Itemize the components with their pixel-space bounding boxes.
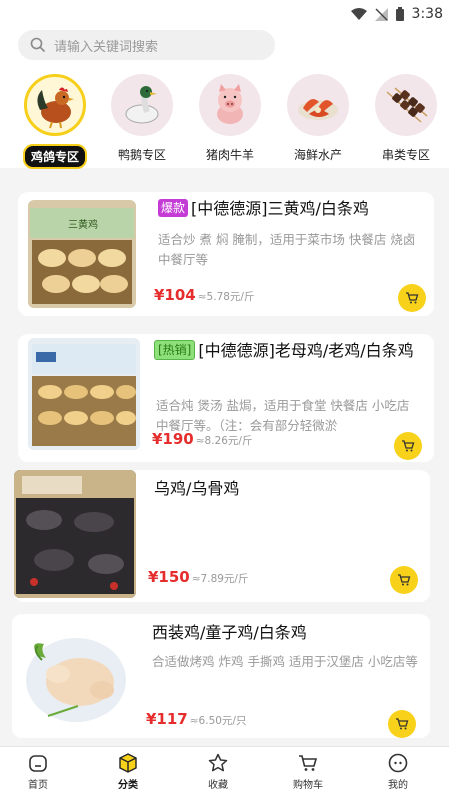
price-value: ¥117 <box>146 710 188 728</box>
category-label: 海鲜水产 <box>293 148 342 162</box>
product-title-text: [中德德源]老母鸡/老鸡/白条鸡 <box>198 341 414 360</box>
category-duck-goose[interactable]: 鸭鹅专区 <box>102 74 182 165</box>
category-label: 鸭鹅专区 <box>117 148 166 162</box>
product-price: ¥150 ≈7.89元/斤 <box>148 568 248 586</box>
category-pork-beef[interactable]: 猪肉牛羊 <box>190 74 270 165</box>
category-skewers[interactable]: 串类专区 <box>366 74 446 165</box>
product-image <box>28 338 140 450</box>
product-description: 合适做烤鸡 炸鸡 手撕鸡 适用于汉堡店 小吃店等 <box>152 654 418 669</box>
product-price: ¥104 ≈5.78元/斤 <box>154 286 254 304</box>
product-price: ¥190 ≈8.26元/斤 <box>152 430 252 448</box>
product-card[interactable]: 三黄鸡 爆款 [中德德源]三黄鸡/白条鸡 适合炒 煮 焖 腌制，适用于菜市场 快餐… <box>18 192 434 316</box>
category-label: 猪肉牛羊 <box>205 148 254 162</box>
product-image <box>14 470 136 598</box>
battery-icon <box>395 7 404 21</box>
nav-home[interactable]: 首页 <box>8 753 68 791</box>
category-box-icon <box>119 753 137 773</box>
search-icon <box>30 37 46 53</box>
header-area: 请输入关键词搜索 鸡鸽专区 鸭鹅专区 猪肉牛羊 海鲜水产 串类专区 <box>0 28 449 169</box>
product-card[interactable]: 西装鸡/童子鸡/白条鸡 合适做烤鸡 炸鸡 手撕鸡 适用于汉堡店 小吃店等 ¥11… <box>12 614 430 738</box>
search-placeholder: 请输入关键词搜索 <box>54 39 159 55</box>
search-input[interactable]: 请输入关键词搜索 <box>18 30 275 60</box>
star-icon <box>208 753 228 772</box>
price-value: ¥190 <box>152 430 194 448</box>
category-bar: 鸡鸽专区 鸭鹅专区 猪肉牛羊 海鲜水产 串类专区 <box>0 74 449 169</box>
product-image: 三黄鸡 <box>28 200 136 308</box>
nav-favorites[interactable]: 收藏 <box>188 753 248 791</box>
cart-icon <box>402 440 415 452</box>
unit-price: ≈5.78元/斤 <box>197 291 255 303</box>
add-to-cart-button[interactable] <box>388 710 416 738</box>
product-card[interactable]: 乌鸡/乌骨鸡 ¥150 ≈7.89元/斤 <box>14 470 430 602</box>
cart-icon <box>398 574 411 586</box>
pig-icon <box>199 74 261 136</box>
duck-icon <box>111 74 173 136</box>
price-value: ¥150 <box>148 568 190 586</box>
product-title: 乌鸡/乌骨鸡 <box>154 479 240 498</box>
category-seafood[interactable]: 海鲜水产 <box>278 74 358 165</box>
home-icon <box>29 755 47 772</box>
nav-label: 收藏 <box>208 780 228 791</box>
product-title: 西装鸡/童子鸡/白条鸡 <box>152 623 307 642</box>
hot-sale-tag: [热销] <box>154 340 196 360</box>
price-value: ¥104 <box>154 286 196 304</box>
nav-profile[interactable]: 我的 <box>368 753 428 791</box>
cart-icon <box>299 755 318 771</box>
status-time: 3:38 <box>411 6 443 22</box>
nav-label: 分类 <box>118 780 138 791</box>
profile-icon <box>388 753 408 773</box>
add-to-cart-button[interactable] <box>398 284 426 312</box>
unit-price: ≈8.26元/斤 <box>195 435 253 447</box>
hot-tag: 爆款 <box>158 199 189 217</box>
shrimp-icon <box>287 74 349 136</box>
add-to-cart-button[interactable] <box>390 566 418 594</box>
category-label: 鸡鸽专区 <box>22 144 87 169</box>
product-price: ¥117 ≈6.50元/只 <box>146 710 246 728</box>
add-to-cart-button[interactable] <box>394 432 422 460</box>
unit-price: ≈7.89元/斤 <box>191 573 249 585</box>
product-image <box>18 620 134 732</box>
skewer-icon <box>375 74 437 136</box>
product-title: 爆款 [中德德源]三黄鸡/白条鸡 <box>158 196 428 222</box>
rooster-icon <box>24 74 86 136</box>
product-title: [热销] [中德德源]老母鸡/老鸡/白条鸡 <box>154 338 426 364</box>
category-label: 串类专区 <box>381 148 430 162</box>
cart-icon <box>406 292 419 304</box>
product-title-text: [中德德源]三黄鸡/白条鸡 <box>191 199 369 218</box>
wifi-icon <box>350 8 367 20</box>
product-description: 适合炒 煮 焖 腌制，适用于菜市场 快餐店 烧卤 中餐厅等 <box>158 232 416 267</box>
nav-label: 首页 <box>28 780 48 791</box>
unit-price: ≈6.50元/只 <box>189 715 247 727</box>
status-bar: 3:38 <box>0 0 449 28</box>
nav-cart[interactable]: 购物车 <box>278 753 338 791</box>
bottom-nav: 首页 分类 收藏 购物车 我的 <box>0 746 449 800</box>
cart-icon <box>396 718 409 730</box>
nav-label: 我的 <box>388 780 408 791</box>
nav-category[interactable]: 分类 <box>98 753 158 791</box>
category-chicken[interactable]: 鸡鸽专区 <box>15 74 95 169</box>
svg-text:三黄鸡: 三黄鸡 <box>68 218 98 231</box>
product-card[interactable]: [热销] [中德德源]老母鸡/老鸡/白条鸡 适合炖 煲汤 盐焗，适用于食堂 快餐店… <box>18 334 434 462</box>
nav-label: 购物车 <box>293 780 323 791</box>
signal-off-icon <box>374 7 388 21</box>
